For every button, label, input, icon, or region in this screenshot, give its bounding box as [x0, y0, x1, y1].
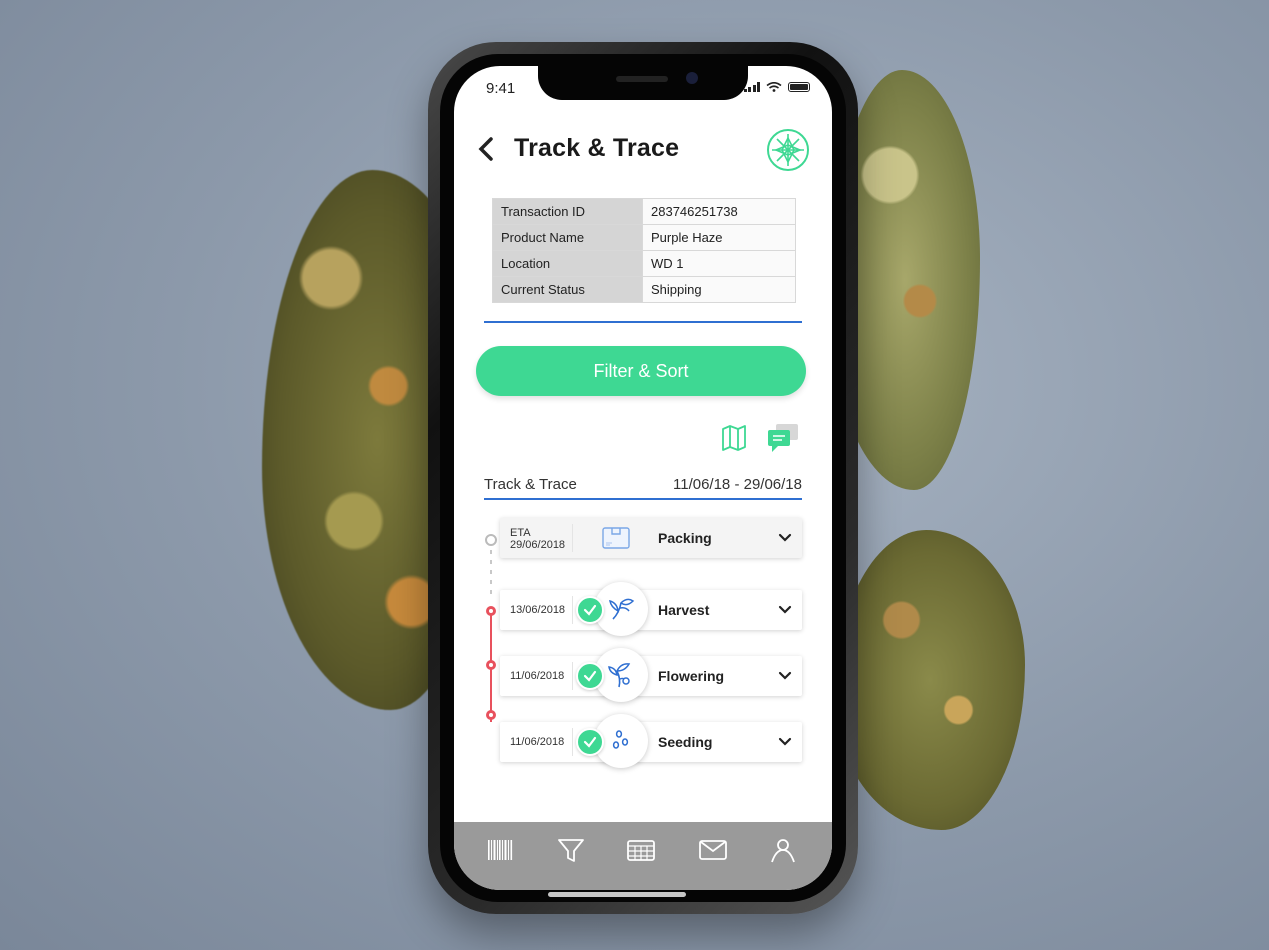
table-value: Shipping	[642, 276, 796, 303]
stage-name: Packing	[658, 530, 712, 546]
table-key: Current Status	[492, 276, 643, 303]
card-separator	[572, 524, 573, 552]
calendar-icon[interactable]	[626, 836, 656, 864]
cannabis-bud-right-bottom	[835, 530, 1025, 830]
timeline-card-seeding[interactable]: 11/06/2018 Seeding	[500, 714, 802, 768]
card-separator	[572, 662, 573, 690]
table-value: 283746251738	[642, 198, 796, 225]
chat-icon[interactable]	[766, 422, 800, 454]
cannabis-leaf-logo-icon[interactable]	[766, 128, 810, 172]
chevron-down-icon[interactable]	[778, 603, 792, 617]
phone-screen: 9:41 Track & Trace Transaction ID 283746…	[454, 66, 832, 890]
speaker	[616, 76, 668, 82]
eta-label: ETA	[510, 527, 531, 539]
status-icons	[743, 82, 810, 92]
divider	[484, 498, 802, 500]
check-badge	[576, 662, 604, 690]
seeds-icon	[612, 730, 629, 749]
table-value: WD 1	[642, 250, 796, 277]
page-title: Track & Trace	[514, 134, 680, 162]
table-row: Location WD 1	[492, 250, 796, 277]
sprout-icon	[609, 598, 635, 620]
card-separator	[572, 728, 573, 756]
table-key: Product Name	[492, 224, 643, 251]
stage-name: Seeding	[658, 734, 713, 750]
timeline-card-packing[interactable]: ETA 29/06/2018 Packing	[500, 518, 802, 558]
table-row: Transaction ID 283746251738	[492, 198, 796, 225]
profile-icon[interactable]	[768, 836, 798, 864]
stage-name: Harvest	[658, 602, 710, 618]
timeline-node-completed	[486, 710, 496, 720]
timeline-card-harvest[interactable]: 13/06/2018 Harvest	[500, 582, 802, 636]
stage-date: 29/06/2018	[510, 539, 566, 551]
timeline-dotted-line	[490, 550, 492, 598]
wifi-icon	[766, 82, 782, 92]
stage-date: 13/06/2018	[510, 604, 566, 616]
stage-date: 11/06/2018	[510, 670, 565, 682]
table-row: Product Name Purple Haze	[492, 224, 796, 251]
timeline-node-completed	[486, 606, 496, 616]
map-icon[interactable]	[720, 424, 748, 452]
barcode-icon[interactable]	[486, 836, 516, 864]
chevron-down-icon[interactable]	[778, 735, 792, 749]
divider	[484, 321, 802, 323]
timeline-card-flowering[interactable]: 11/06/2018 Flowering	[500, 648, 802, 702]
signal-icon	[743, 82, 760, 92]
battery-icon	[788, 82, 810, 92]
check-icon	[583, 604, 597, 616]
flower-plant-icon	[608, 663, 631, 688]
tab-bar	[454, 822, 832, 890]
status-time: 9:41	[486, 80, 516, 97]
check-icon	[583, 736, 597, 748]
chevron-down-icon[interactable]	[778, 669, 792, 683]
check-badge	[576, 596, 604, 624]
chevron-down-icon[interactable]	[778, 531, 792, 545]
table-row: Current Status Shipping	[492, 276, 796, 303]
phone-frame: 9:41 Track & Trace Transaction ID 283746…	[428, 42, 858, 914]
check-badge	[576, 728, 604, 756]
transaction-info-table: Transaction ID 283746251738 Product Name…	[492, 198, 796, 303]
table-value: Purple Haze	[642, 224, 796, 251]
check-icon	[583, 670, 597, 682]
camera	[686, 72, 698, 84]
header: Track & Trace	[476, 128, 816, 174]
table-key: Transaction ID	[492, 198, 643, 225]
section-label: Track & Trace	[484, 476, 577, 493]
stage-date: 11/06/2018	[510, 736, 565, 748]
timeline-node-completed	[486, 660, 496, 670]
box-icon	[602, 527, 630, 549]
timeline-node-pending	[485, 534, 497, 546]
notch	[538, 66, 748, 100]
back-chevron-icon[interactable]	[476, 134, 496, 164]
card-separator	[572, 596, 573, 624]
filter-icon[interactable]	[556, 836, 586, 864]
date-range[interactable]: 11/06/18 - 29/06/18	[673, 476, 802, 493]
filter-sort-button[interactable]: Filter & Sort	[476, 346, 806, 396]
table-key: Location	[492, 250, 643, 277]
mail-icon[interactable]	[698, 836, 728, 864]
stage-name: Flowering	[658, 668, 725, 684]
home-indicator[interactable]	[548, 892, 686, 897]
